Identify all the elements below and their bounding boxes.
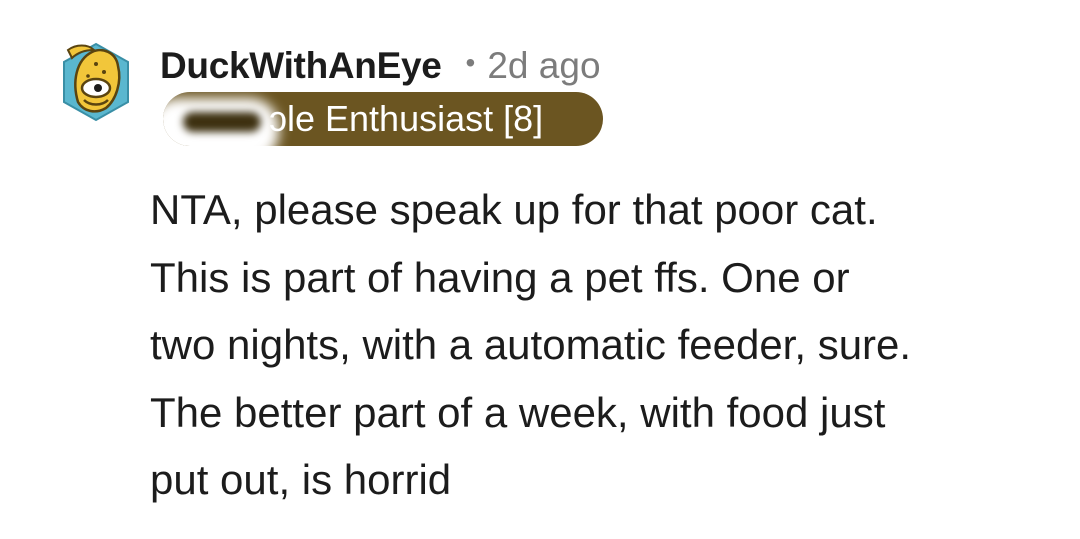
yellow-creature-avatar-icon: [63, 42, 129, 122]
comment-body-line: put out, is horrid: [150, 456, 452, 503]
comment-body-line: NTA, please speak up for that poor cat.: [150, 186, 878, 233]
comment-body-line: two nights, with a automatic feeder, sur…: [150, 321, 912, 368]
separator-dot: •: [465, 47, 476, 78]
username-link[interactable]: DuckWithAnEye: [160, 45, 442, 87]
comment-header: DuckWithAnEye • 2d ago: [160, 42, 601, 90]
comment-body-line: The better part of a week, with food jus…: [150, 388, 886, 436]
comment-body: NTA, please speak up for that poor cat. …: [150, 176, 1050, 514]
user-flair-badge: ɔle Enthusiast [8]: [163, 92, 603, 146]
flair-blurred-text: [183, 112, 261, 132]
flair-text: ɔle Enthusiast [8]: [269, 98, 544, 139]
comment-body-line: This is part of having a pet ffs. One or: [150, 253, 850, 301]
timestamp: 2d ago: [487, 45, 601, 86]
user-avatar[interactable]: [58, 38, 134, 126]
